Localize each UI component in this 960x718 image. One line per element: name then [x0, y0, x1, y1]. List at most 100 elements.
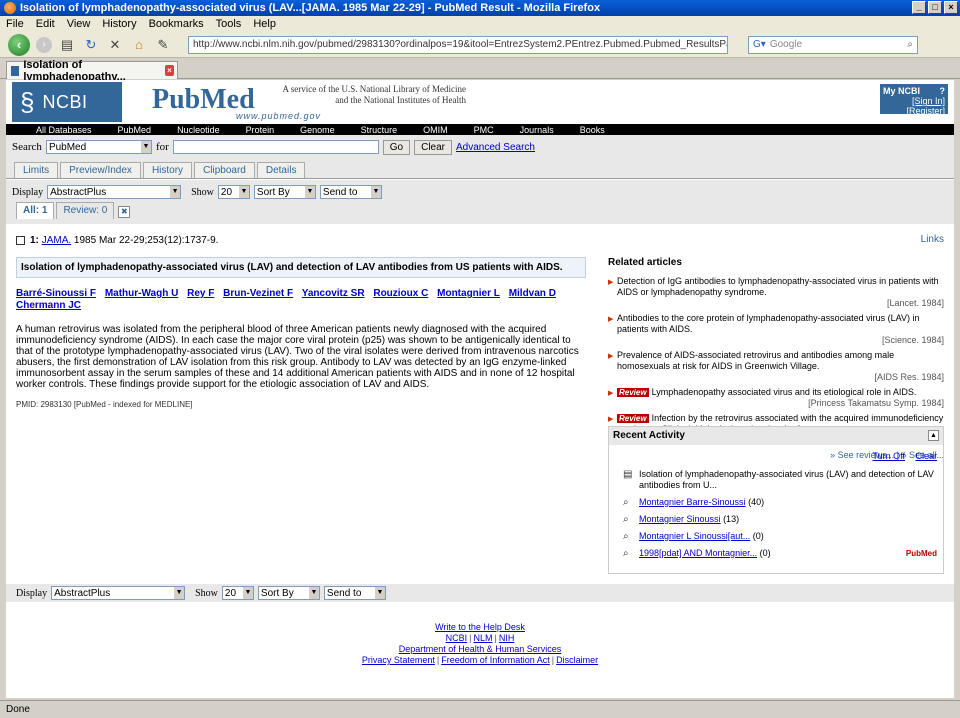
subtab-all[interactable]: All: 1: [16, 202, 55, 219]
tab-preview-index[interactable]: Preview/Index: [60, 162, 141, 178]
author-link[interactable]: Yancovitz SR: [302, 288, 365, 299]
related-item[interactable]: ▶ Detection of IgG antibodies to lymphad…: [608, 276, 944, 309]
url-bar[interactable]: http://www.ncbi.nlm.nih.gov/pubmed/29831…: [188, 35, 728, 54]
select-checkbox[interactable]: [16, 235, 25, 245]
author-link[interactable]: Mildvan D: [509, 288, 556, 299]
register-link[interactable]: [Register]: [906, 106, 945, 116]
abstract-text: A human retrovirus was isolated from the…: [16, 324, 579, 390]
database-select[interactable]: PubMed ▼: [45, 140, 152, 154]
recent-item[interactable]: ⌕ 1998[pdat] AND Montagnier... (0) PubMe…: [609, 548, 943, 559]
close-tab-icon[interactable]: ×: [164, 65, 174, 76]
clear-button[interactable]: Clear: [414, 139, 453, 155]
db-genome[interactable]: Genome: [300, 125, 335, 135]
menu-view[interactable]: View: [67, 18, 91, 30]
db-structure[interactable]: Structure: [361, 125, 398, 135]
recent-item[interactable]: ▤ Isolation of lymphadenopathy-associate…: [609, 469, 943, 491]
clear-link[interactable]: Clear: [915, 451, 937, 461]
advanced-search-link[interactable]: Advanced Search: [456, 142, 535, 153]
db-omim[interactable]: OMIM: [423, 125, 448, 135]
db-all-databases[interactable]: All Databases: [36, 125, 92, 135]
document-icon: ▤: [623, 469, 633, 480]
db-books[interactable]: Books: [580, 125, 605, 135]
related-item[interactable]: ▶ Antibodies to the core protein of lymp…: [608, 313, 944, 346]
home-icon[interactable]: ⌂: [130, 36, 148, 54]
links-link[interactable]: Links: [921, 234, 944, 245]
browser-tab[interactable]: Isolation of lymphadenopathy... ×: [6, 59, 178, 83]
author-link[interactable]: Chermann JC: [16, 300, 81, 311]
web-search-input[interactable]: Google: [770, 39, 802, 50]
url-text: http://www.ncbi.nlm.nih.gov/pubmed/29831…: [193, 39, 728, 50]
privacy-link[interactable]: Privacy Statement: [362, 655, 435, 665]
search-engine-icon[interactable]: G▾: [753, 39, 766, 50]
ncbi-logo[interactable]: § NCBI: [12, 82, 122, 122]
help-icon[interactable]: ?: [940, 86, 946, 96]
db-journals[interactable]: Journals: [520, 125, 554, 135]
author-link[interactable]: Barré-Sinoussi F: [16, 288, 96, 299]
related-item[interactable]: ▶ Review Lymphadenopathy associated virus…: [608, 387, 944, 409]
menu-tools[interactable]: Tools: [216, 18, 242, 30]
author-link[interactable]: Mathur-Wagh U: [105, 288, 179, 299]
settings-icon[interactable]: ✖: [118, 206, 131, 218]
help-desk-link[interactable]: Write to the Help Desk: [435, 622, 525, 632]
hhs-link[interactable]: Department of Health & Human Services: [399, 644, 562, 654]
menu-bookmarks[interactable]: Bookmarks: [149, 18, 204, 30]
db-pubmed[interactable]: PubMed: [118, 125, 152, 135]
web-search-box[interactable]: G▾ Google ⌕: [748, 35, 918, 54]
ncbi-link[interactable]: NCBI: [446, 633, 468, 643]
send-to-select[interactable]: Send to ▼: [323, 586, 386, 600]
tab-details[interactable]: Details: [256, 162, 306, 178]
minimize-button[interactable]: _: [912, 1, 926, 14]
sort-by-select[interactable]: Sort By ▼: [253, 185, 316, 199]
subtab-review[interactable]: Review: 0: [56, 202, 115, 219]
recent-item[interactable]: ⌕ Montagnier Barre-Sinoussi (40): [609, 497, 943, 508]
show-count-select[interactable]: 20 ▼: [221, 586, 254, 600]
related-item[interactable]: ▶ Prevalence of AIDS-associated retrovir…: [608, 350, 944, 383]
author-link[interactable]: Rouzioux C: [373, 288, 428, 299]
tab-limits[interactable]: Limits: [14, 162, 59, 178]
database-nav: All Databases PubMed Nucleotide Protein …: [6, 124, 954, 135]
search-input[interactable]: [172, 140, 379, 154]
reload-icon[interactable]: ↻: [82, 36, 100, 54]
back-arrow-icon[interactable]: ‹: [8, 33, 30, 56]
show-count-select[interactable]: 20 ▼: [217, 185, 250, 199]
author-link[interactable]: Rey F: [187, 288, 214, 299]
db-pmc[interactable]: PMC: [474, 125, 494, 135]
tab-history[interactable]: History: [142, 162, 193, 178]
tab-bar: Isolation of lymphadenopathy... ×: [0, 59, 960, 83]
tab-clipboard[interactable]: Clipboard: [194, 162, 255, 178]
display-format-select[interactable]: AbstractPlus ▼: [47, 185, 182, 199]
stop-icon[interactable]: ✕: [106, 36, 124, 54]
forward-arrow-icon[interactable]: ›: [36, 36, 52, 53]
nih-link[interactable]: NIH: [499, 633, 515, 643]
tools-icon[interactable]: ✎: [154, 36, 172, 54]
my-ncbi-title[interactable]: My NCBI: [883, 86, 920, 96]
foia-link[interactable]: Freedom of Information Act: [441, 655, 550, 665]
collapse-icon[interactable]: ▲: [928, 430, 939, 441]
send-to-select[interactable]: Send to ▼: [319, 185, 382, 199]
close-window-button[interactable]: ×: [944, 1, 958, 14]
nlm-link[interactable]: NLM: [474, 633, 493, 643]
menu-file[interactable]: File: [6, 18, 24, 30]
bullet-arrow-icon: ▶: [608, 416, 614, 423]
menu-help[interactable]: Help: [253, 18, 276, 30]
search-icon[interactable]: ⌕: [907, 39, 913, 50]
menu-history[interactable]: History: [102, 18, 136, 30]
sort-by-select[interactable]: Sort By ▼: [257, 586, 320, 600]
turn-off-link[interactable]: Turn Off: [872, 451, 905, 461]
dropdown-arrow-icon: ▼: [242, 587, 253, 599]
recent-item[interactable]: ⌕ Montagnier Sinoussi (13): [609, 514, 943, 525]
author-link[interactable]: Montagnier L: [437, 288, 500, 299]
print-icon[interactable]: ▤: [58, 36, 76, 54]
recent-item[interactable]: ⌕ Montagnier L Sinoussi[aut... (0): [609, 531, 943, 542]
go-button[interactable]: Go: [382, 139, 411, 155]
journal-link[interactable]: JAMA.: [42, 235, 71, 246]
sign-in-link[interactable]: [Sign In]: [912, 96, 945, 106]
article-title: Isolation of lymphadenopathy-associated …: [16, 257, 586, 278]
disclaimer-link[interactable]: Disclaimer: [556, 655, 598, 665]
db-nucleotide[interactable]: Nucleotide: [177, 125, 220, 135]
db-protein[interactable]: Protein: [246, 125, 275, 135]
author-link[interactable]: Brun-Vezinet F: [223, 288, 293, 299]
display-format-select[interactable]: AbstractPlus ▼: [51, 586, 186, 600]
menu-edit[interactable]: Edit: [36, 18, 55, 30]
maximize-button[interactable]: □: [928, 1, 942, 14]
